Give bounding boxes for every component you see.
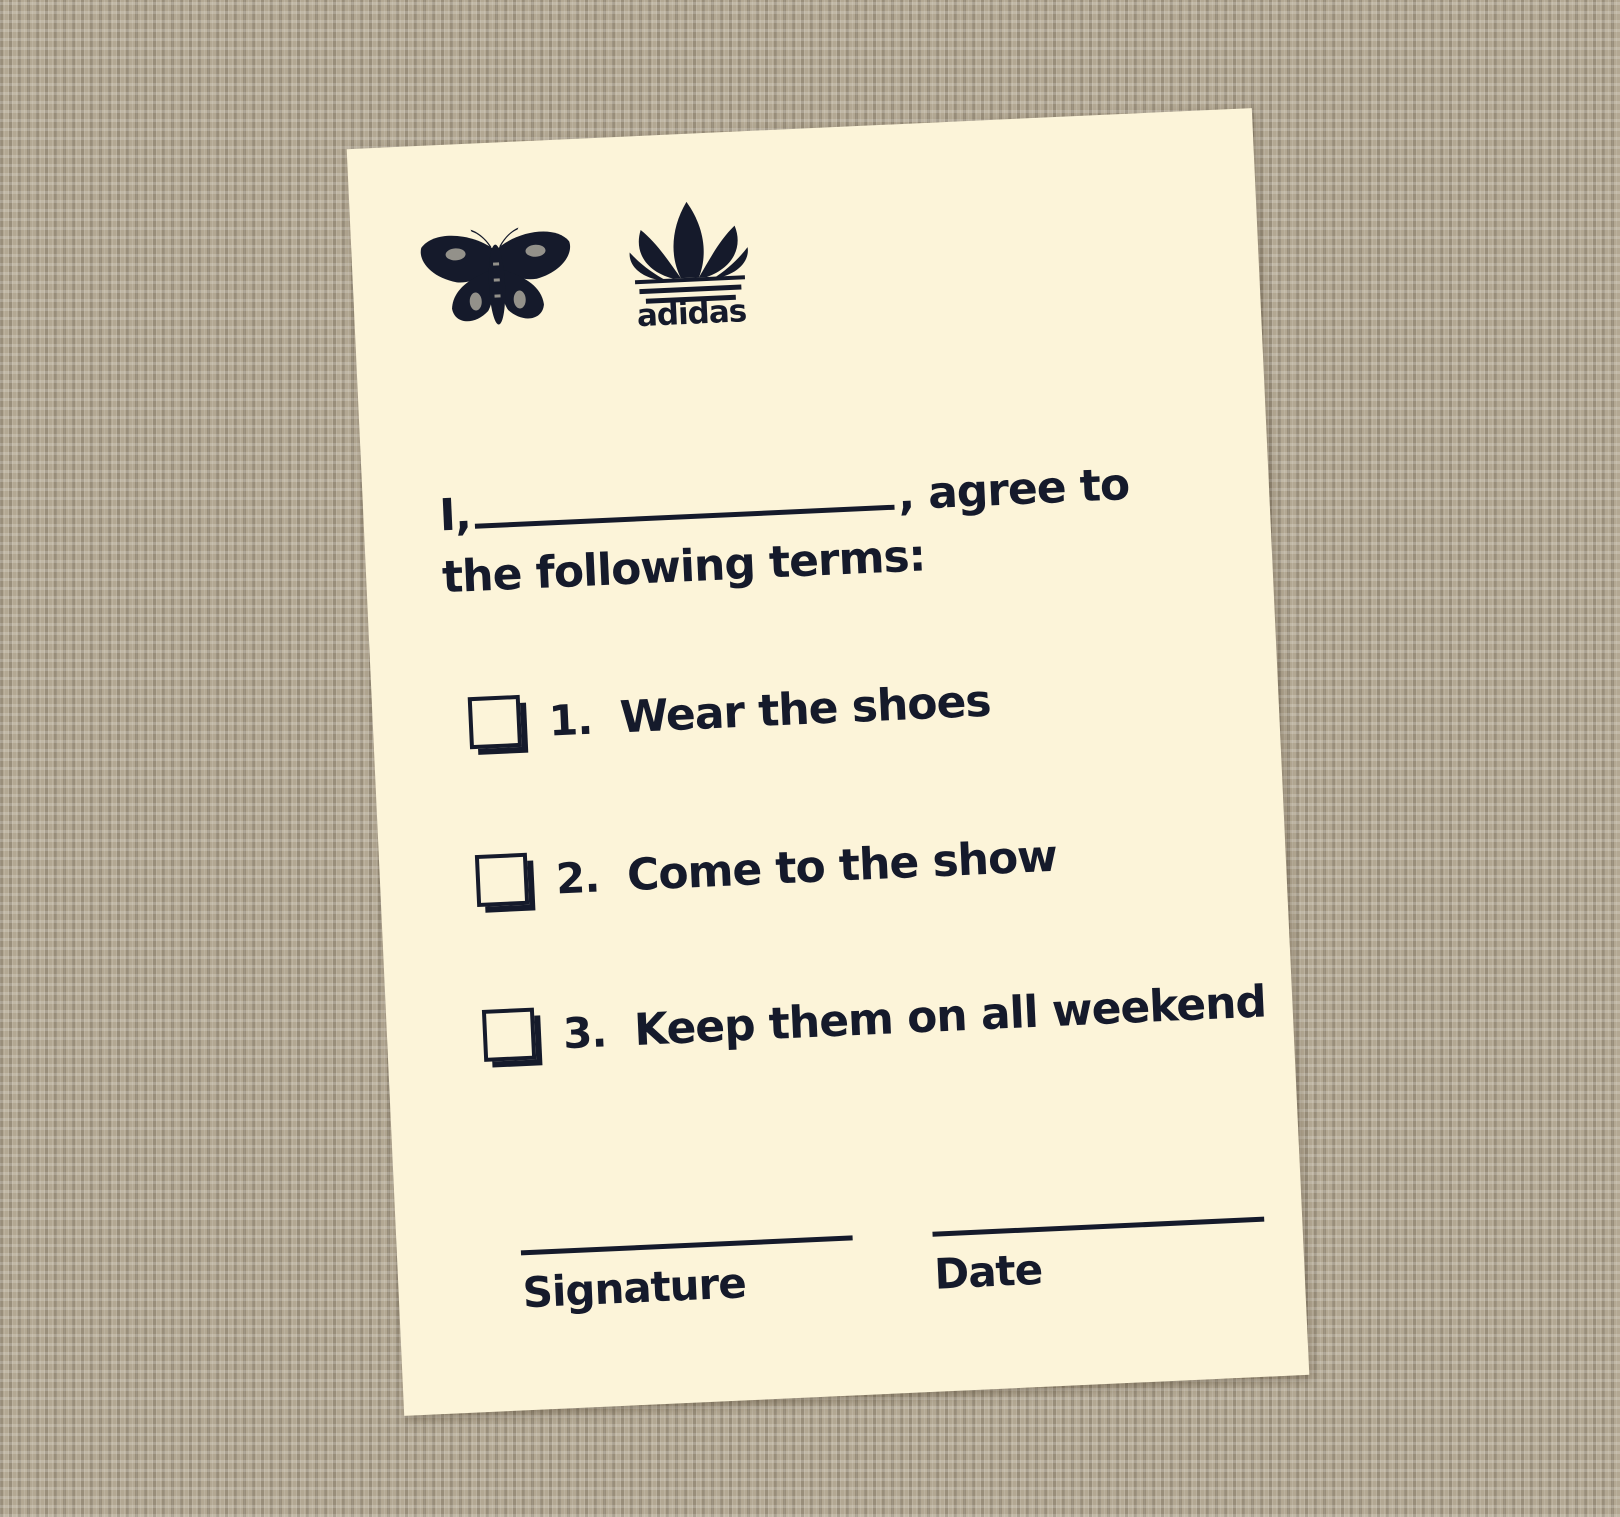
- term-checkbox[interactable]: [474, 852, 536, 913]
- term-item: 3. Keep them on all weekend: [481, 966, 1268, 1071]
- date-label: Date: [933, 1244, 1044, 1299]
- term-number: 1.: [547, 694, 594, 746]
- term-checkbox[interactable]: [481, 1007, 543, 1068]
- term-text: Come to the show: [625, 830, 1058, 901]
- intro-statement: I, , agree to the following terms:: [438, 451, 1203, 609]
- term-checkbox[interactable]: [467, 694, 529, 755]
- moth-logo-icon: [420, 227, 571, 325]
- agreement-card: adidas I, , agree to the following terms:…: [346, 108, 1310, 1416]
- term-item: 1. Wear the shoes: [467, 666, 992, 760]
- intro-line2: the following terms:: [441, 530, 927, 604]
- signature-line[interactable]: [520, 1235, 853, 1256]
- term-text: Wear the shoes: [618, 675, 992, 743]
- term-text: Keep them on all weekend: [632, 975, 1267, 1056]
- term-item: 2. Come to the show: [474, 821, 1058, 917]
- intro-suffix: , agree to: [896, 459, 1131, 521]
- term-number: 2.: [554, 852, 601, 903]
- name-blank-line[interactable]: [473, 474, 895, 529]
- signature-label: Signature: [521, 1258, 747, 1318]
- date-line[interactable]: [932, 1216, 1265, 1237]
- term-number: 3.: [561, 1006, 608, 1058]
- intro-prefix: I,: [438, 488, 472, 542]
- adidas-wordmark: adidas: [636, 293, 747, 335]
